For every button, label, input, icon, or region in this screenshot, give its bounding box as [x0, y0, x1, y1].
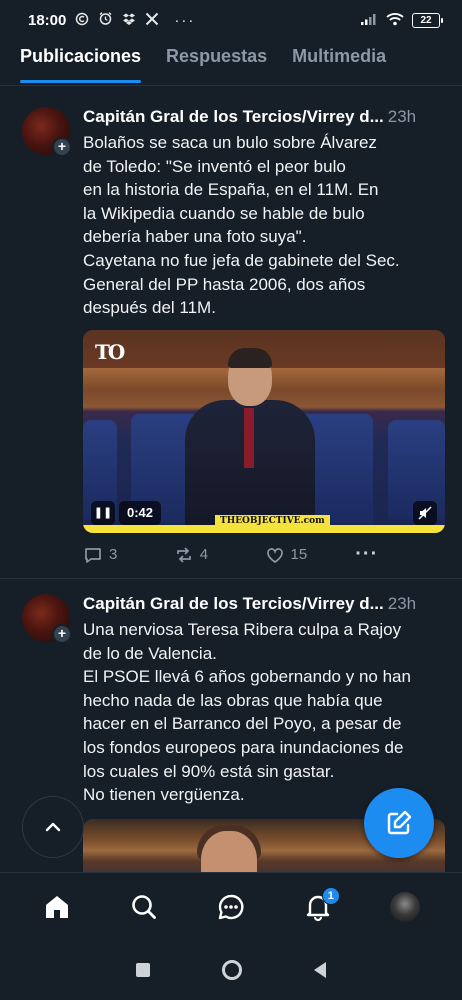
post-text: Una nerviosa Teresa Ribera culpa a Rajoy…: [83, 620, 411, 805]
post-divider: [0, 578, 462, 579]
battery-icon: 22: [412, 12, 443, 28]
post-text: Bolaños se saca un bulo sobre Álvarez de…: [83, 133, 400, 318]
reply-button[interactable]: 3: [83, 545, 174, 565]
channel-logo: TO: [95, 339, 125, 364]
recents-button[interactable]: [136, 963, 150, 977]
compose-icon: [387, 810, 412, 835]
search-icon: [132, 894, 157, 919]
like-button[interactable]: 15: [265, 545, 356, 565]
reply-icon: [85, 547, 101, 563]
nav-home[interactable]: [27, 877, 87, 937]
post-item[interactable]: Capitán Gral de los Tercios/Virrey d... …: [0, 107, 462, 577]
chevron-up-icon: [45, 822, 61, 832]
signal-icon: [360, 12, 378, 29]
post-author[interactable]: Capitán Gral de los Tercios/Virrey d...: [83, 594, 384, 614]
repost-icon: [176, 547, 191, 563]
tab-multimedia[interactable]: Multimedia: [292, 40, 386, 86]
nav-chat[interactable]: [201, 877, 261, 937]
chat-icon: [218, 894, 244, 919]
compose-button[interactable]: [364, 788, 434, 858]
pause-icon[interactable]: ❚❚: [91, 500, 115, 525]
repost-button[interactable]: 4: [174, 545, 265, 565]
nav-notifications[interactable]: 1: [288, 877, 348, 937]
video-duration: 0:42: [119, 500, 162, 525]
dropbox-icon: [122, 12, 136, 29]
clock: 18:00: [28, 11, 67, 29]
tab-publicaciones[interactable]: Publicaciones: [20, 40, 142, 86]
nav-search[interactable]: [114, 877, 174, 937]
heart-icon: [266, 547, 283, 563]
back-button[interactable]: [314, 962, 326, 978]
alarm-icon: [98, 11, 113, 29]
more-icon: ···: [174, 11, 196, 29]
status-bar: 18:00 ··· 22: [0, 0, 462, 40]
home-icon: [46, 895, 69, 918]
profile-tabs: Publicaciones Respuestas Multimedia: [0, 40, 462, 86]
system-navigation: [0, 940, 462, 1000]
notification-badge: 1: [321, 886, 340, 905]
home-button[interactable]: [222, 960, 242, 980]
video-brand: THEOBJECTIVE.com: [215, 514, 330, 527]
tab-respuestas[interactable]: Respuestas: [166, 40, 267, 86]
wifi-icon: [386, 12, 404, 29]
copyright-icon: [75, 12, 89, 29]
post-video[interactable]: TO THEOBJECTIVE.com ❚❚ 0:42: [83, 329, 445, 533]
profile-avatar[interactable]: [389, 891, 420, 922]
scroll-to-top-button[interactable]: [22, 796, 84, 858]
post-actions: 3 4 15 ···: [83, 533, 446, 577]
post-time: 23h: [387, 594, 417, 613]
x-logo-icon: [145, 12, 159, 29]
more-options-button[interactable]: ···: [355, 543, 446, 566]
mute-icon[interactable]: [413, 500, 437, 525]
nav-profile[interactable]: [375, 877, 435, 937]
bottom-navigation: 1: [0, 872, 462, 940]
post-time: 23h: [387, 107, 417, 126]
post-author[interactable]: Capitán Gral de los Tercios/Virrey d...: [83, 107, 384, 127]
